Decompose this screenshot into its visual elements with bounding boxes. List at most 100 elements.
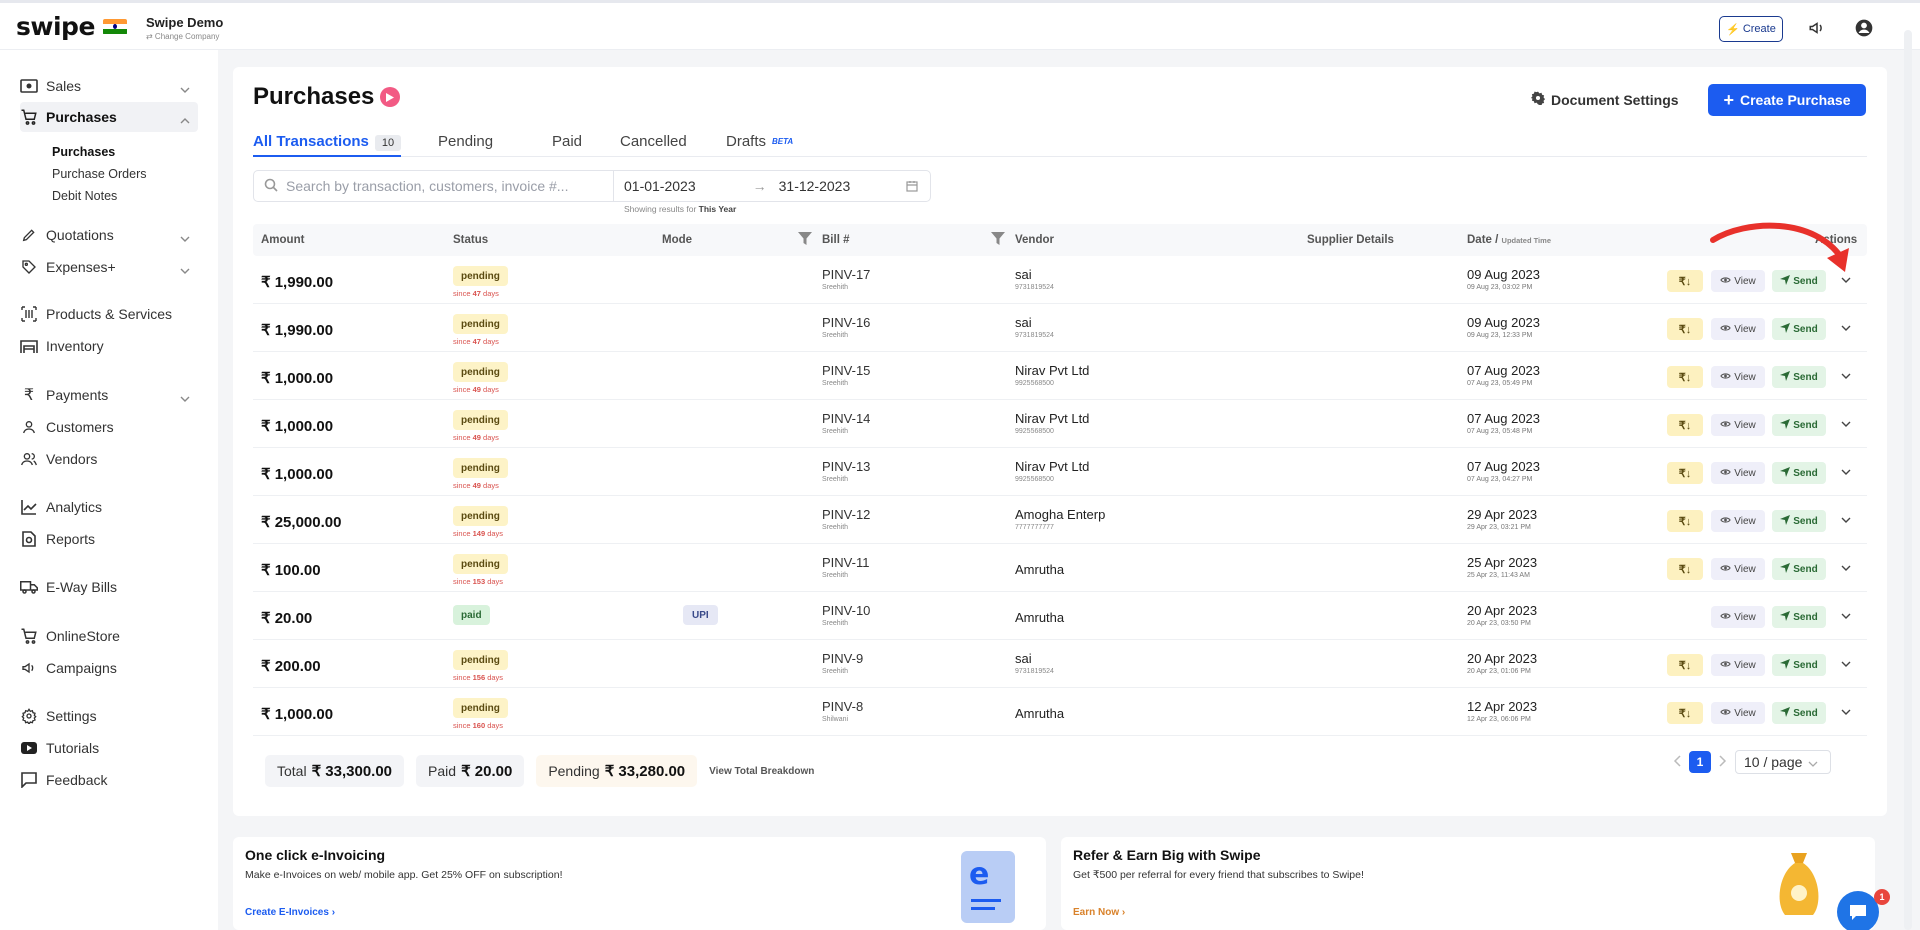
sidebar-item-eway-bills[interactable]: E-Way Bills	[20, 572, 198, 602]
send-button[interactable]: Send	[1772, 654, 1826, 676]
column-amount[interactable]: Amount	[261, 234, 304, 246]
view-button[interactable]: View	[1711, 654, 1765, 676]
column-bill[interactable]: Bill #	[822, 234, 849, 246]
column-vendor[interactable]: Vendor	[1015, 234, 1054, 246]
table-row[interactable]: ₹ 1,990.00 pending since 47 days PINV-17 Sre…	[253, 256, 1867, 304]
tab-pending[interactable]: Pending	[438, 133, 493, 150]
vendor-name[interactable]: sai	[1015, 315, 1032, 330]
tab-all-transactions[interactable]: All Transactions 10	[253, 133, 402, 151]
table-row[interactable]: ₹ 25,000.00 pending since 149 days PINV-12 S…	[253, 496, 1867, 544]
calendar-icon[interactable]	[906, 179, 918, 195]
column-date[interactable]: Date / Updated Time	[1467, 234, 1551, 246]
change-company-link[interactable]: ⇄ Change Company	[146, 32, 223, 41]
sidebar-subitem-purchase-orders[interactable]: Purchase Orders	[52, 167, 146, 181]
bill-number[interactable]: PINV-15	[822, 363, 870, 378]
date-range-picker[interactable]: 01-01-2023 → 31-12-2023	[614, 171, 930, 201]
send-button[interactable]: Send	[1772, 414, 1826, 436]
bill-number[interactable]: PINV-10	[822, 603, 870, 618]
view-button[interactable]: View	[1711, 414, 1765, 436]
vendor-name[interactable]: Nirav Pvt Ltd	[1015, 411, 1089, 426]
view-button[interactable]: View	[1711, 366, 1765, 388]
record-payment-button[interactable]: ₹↓	[1667, 270, 1703, 292]
view-button[interactable]: View	[1711, 462, 1765, 484]
bill-number[interactable]: PINV-14	[822, 411, 870, 426]
tab-paid[interactable]: Paid	[552, 133, 582, 150]
chevron-left-icon[interactable]	[1673, 754, 1681, 770]
bill-number[interactable]: PINV-11	[822, 555, 869, 570]
view-button[interactable]: View	[1711, 702, 1765, 724]
chevron-down-icon[interactable]	[1839, 561, 1853, 575]
date-from[interactable]: 01-01-2023	[624, 178, 696, 194]
sidebar-item-quotations[interactable]: Quotations	[20, 220, 198, 250]
sidebar-item-reports[interactable]: Reports	[20, 524, 198, 554]
bill-number[interactable]: PINV-16	[822, 315, 870, 330]
record-payment-button[interactable]: ₹↓	[1667, 702, 1703, 724]
record-payment-button[interactable]: ₹↓	[1667, 510, 1703, 532]
table-row[interactable]: ₹ 1,990.00 pending since 47 days PINV-16 Sre…	[253, 304, 1867, 352]
send-button[interactable]: Send	[1772, 366, 1826, 388]
document-settings-button[interactable]: Document Settings	[1531, 91, 1679, 108]
view-button[interactable]: View	[1711, 318, 1765, 340]
vendor-name[interactable]: Amogha Enterp	[1015, 507, 1105, 522]
table-row[interactable]: ₹ 20.00 paid UPI PINV-10 Sreehith Amrutha 20 A…	[253, 592, 1867, 640]
chevron-down-icon[interactable]	[1839, 609, 1853, 623]
send-button[interactable]: Send	[1772, 510, 1826, 532]
chevron-right-icon[interactable]	[1719, 754, 1727, 770]
chevron-down-icon[interactable]	[1839, 705, 1853, 719]
date-to[interactable]: 31-12-2023	[779, 178, 851, 194]
view-button[interactable]: View	[1711, 606, 1765, 628]
view-button[interactable]: View	[1711, 510, 1765, 532]
table-row[interactable]: ₹ 1,000.00 pending since 49 days PINV-14 Sre…	[253, 400, 1867, 448]
send-button[interactable]: Send	[1772, 606, 1826, 628]
table-row[interactable]: ₹ 1,000.00 pending since 49 days PINV-15 Sre…	[253, 352, 1867, 400]
megaphone-icon[interactable]	[1806, 17, 1828, 39]
sidebar-item-products[interactable]: Products & Services	[20, 299, 198, 329]
bill-number[interactable]: PINV-12	[822, 507, 870, 522]
chevron-down-icon[interactable]	[1839, 321, 1853, 335]
table-row[interactable]: ₹ 1,000.00 pending since 49 days PINV-13 Sre…	[253, 448, 1867, 496]
sidebar-item-inventory[interactable]: Inventory	[20, 331, 198, 361]
sidebar-subitem-debit-notes[interactable]: Debit Notes	[52, 189, 117, 203]
record-payment-button[interactable]: ₹↓	[1667, 558, 1703, 580]
vendor-name[interactable]: sai	[1015, 651, 1032, 666]
bill-number[interactable]: PINV-9	[822, 651, 863, 666]
chevron-down-icon[interactable]	[1839, 417, 1853, 431]
view-button[interactable]: View	[1711, 558, 1765, 580]
page-size-select[interactable]: 10 / page	[1735, 750, 1831, 774]
tab-cancelled[interactable]: Cancelled	[620, 133, 687, 150]
sidebar-item-purchases[interactable]: Purchases	[20, 102, 198, 132]
bill-number[interactable]: PINV-8	[822, 699, 863, 714]
sidebar-subitem-purchases[interactable]: Purchases	[52, 145, 115, 159]
create-purchase-button[interactable]: + Create Purchase	[1708, 84, 1866, 116]
play-video-icon[interactable]	[380, 87, 401, 107]
chevron-down-icon[interactable]	[1839, 369, 1853, 383]
create-einvoices-link[interactable]: Create E-Invoices ›	[245, 907, 335, 918]
chat-support-button[interactable]	[1837, 891, 1879, 930]
record-payment-button[interactable]: ₹↓	[1667, 414, 1703, 436]
table-row[interactable]: ₹ 1,000.00 pending since 160 days PINV-8 Shi…	[253, 688, 1867, 736]
chevron-down-icon[interactable]	[1839, 657, 1853, 671]
send-button[interactable]: Send	[1772, 702, 1826, 724]
filter-icon[interactable]	[798, 232, 812, 248]
record-payment-button[interactable]: ₹↓	[1667, 318, 1703, 340]
sidebar-item-vendors[interactable]: Vendors	[20, 444, 198, 474]
earn-now-link[interactable]: Earn Now ›	[1073, 907, 1125, 918]
vendor-name[interactable]: Amrutha	[1015, 610, 1064, 625]
bill-number[interactable]: PINV-13	[822, 459, 870, 474]
table-row[interactable]: ₹ 200.00 pending since 156 days PINV-9 Sreeh…	[253, 640, 1867, 688]
send-button[interactable]: Send	[1772, 462, 1826, 484]
user-avatar-icon[interactable]	[1853, 17, 1875, 39]
page-scrollbar[interactable]	[1904, 30, 1912, 930]
tab-drafts[interactable]: Drafts BETA	[726, 133, 793, 150]
search-input[interactable]	[286, 178, 606, 194]
view-total-breakdown-link[interactable]: View Total Breakdown	[709, 766, 814, 777]
sidebar-item-tutorials[interactable]: Tutorials	[20, 733, 198, 763]
column-status[interactable]: Status	[453, 234, 488, 246]
swipe-logo[interactable]: swipe	[16, 12, 127, 41]
sidebar-item-campaigns[interactable]: Campaigns	[20, 653, 198, 683]
vendor-name[interactable]: Nirav Pvt Ltd	[1015, 363, 1089, 378]
sidebar-item-onlinestore[interactable]: OnlineStore	[20, 621, 198, 651]
send-button[interactable]: Send	[1772, 558, 1826, 580]
chevron-down-icon[interactable]	[1839, 513, 1853, 527]
quick-create-button[interactable]: ⚡ Create	[1719, 16, 1783, 42]
